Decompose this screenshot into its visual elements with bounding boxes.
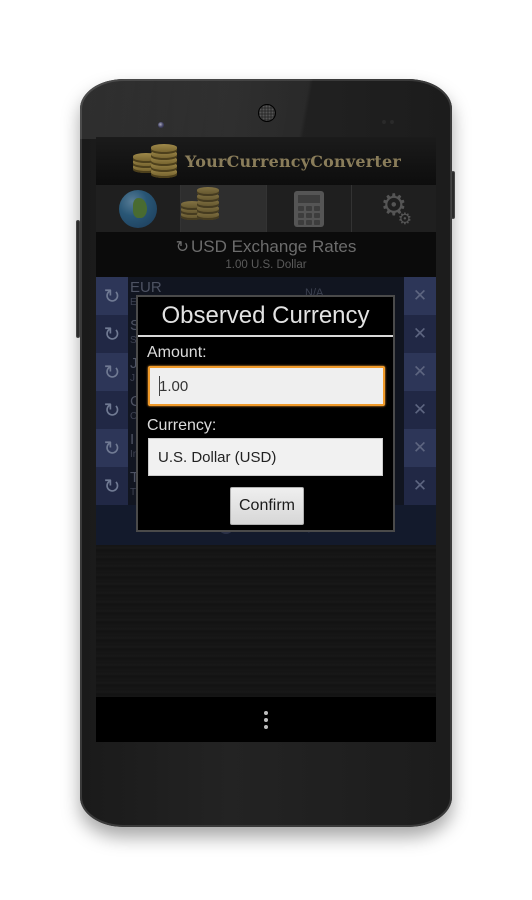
refresh-icon: ↻ — [103, 285, 121, 308]
remove-rate-button[interactable]: ✕ — [404, 429, 436, 467]
tab-bar: ⚙ ⚙ — [96, 185, 436, 232]
close-icon: ✕ — [412, 324, 428, 343]
refresh-rate-button[interactable]: ↻ — [96, 467, 128, 505]
close-icon: ✕ — [412, 362, 428, 381]
rates-header: ↻ USD Exchange Rates 1.00 U.S. Dollar — [96, 232, 436, 277]
app-banner: YourCurrencyConverter — [96, 137, 436, 185]
confirm-button[interactable]: Confirm — [230, 487, 304, 525]
rates-title-text: USD Exchange Rates — [191, 237, 357, 256]
remove-rate-button[interactable]: ✕ — [404, 467, 436, 505]
coins-icon — [181, 187, 243, 228]
rates-title[interactable]: ↻ USD Exchange Rates — [96, 232, 436, 257]
observed-currency-dialog: Observed Currency Amount: Currency: U.S.… — [136, 295, 395, 532]
earpiece-speaker — [258, 104, 276, 122]
remove-rate-button[interactable]: ✕ — [404, 277, 436, 315]
proximity-sensors — [382, 111, 398, 124]
remove-rate-button[interactable]: ✕ — [404, 353, 436, 391]
tab-coins[interactable] — [181, 185, 267, 232]
wood-background — [96, 545, 436, 697]
app-screen: YourCurrencyConverter ⚙ ⚙ ↻ USD Exchange… — [96, 137, 436, 742]
amount-input[interactable] — [148, 366, 385, 406]
refresh-icon: ↻ — [103, 437, 121, 460]
refresh-rate-button[interactable]: ↻ — [96, 353, 128, 391]
refresh-icon: ↻ — [175, 239, 190, 256]
dialog-divider — [138, 335, 393, 337]
globe-icon — [119, 189, 158, 228]
currency-code: I — [130, 431, 135, 448]
calculator-icon — [293, 190, 324, 227]
tab-settings[interactable]: ⚙ ⚙ — [351, 185, 436, 232]
refresh-icon: ↻ — [103, 399, 121, 422]
navigation-bar — [96, 697, 436, 742]
refresh-rate-button[interactable]: ↻ — [96, 315, 128, 353]
front-camera — [158, 122, 164, 128]
currency-select[interactable]: U.S. Dollar (USD) — [148, 438, 383, 476]
refresh-rate-button[interactable]: ↻ — [96, 277, 128, 315]
remove-rate-button[interactable]: ✕ — [404, 315, 436, 353]
amount-label: Amount: — [147, 344, 207, 361]
currency-name: J — [130, 373, 135, 384]
app-title: YourCurrencyConverter — [185, 151, 401, 171]
refresh-icon: ↻ — [103, 323, 121, 346]
small-gear-icon: ⚙ — [397, 211, 413, 228]
base-amount: 1.00 U.S. Dollar — [225, 259, 307, 271]
close-icon: ✕ — [412, 438, 428, 457]
refresh-icon: ↻ — [103, 475, 121, 498]
tab-world[interactable] — [96, 185, 182, 232]
currency-label: Currency: — [147, 417, 217, 434]
text-caret — [159, 376, 160, 396]
dialog-title: Observed Currency — [161, 302, 370, 329]
currency-code: EUR — [130, 279, 162, 296]
power-button — [451, 171, 455, 219]
remove-rate-button[interactable]: ✕ — [404, 391, 436, 429]
close-icon: ✕ — [412, 476, 428, 495]
close-icon: ✕ — [412, 286, 428, 305]
refresh-rate-button[interactable]: ↻ — [96, 391, 128, 429]
close-icon: ✕ — [412, 400, 428, 419]
refresh-rate-button[interactable]: ↻ — [96, 429, 128, 467]
coins-logo-icon — [131, 141, 181, 181]
tab-calculator[interactable] — [266, 185, 352, 232]
overflow-menu-icon[interactable] — [264, 710, 268, 729]
volume-button — [76, 220, 80, 338]
refresh-icon: ↻ — [103, 361, 121, 384]
